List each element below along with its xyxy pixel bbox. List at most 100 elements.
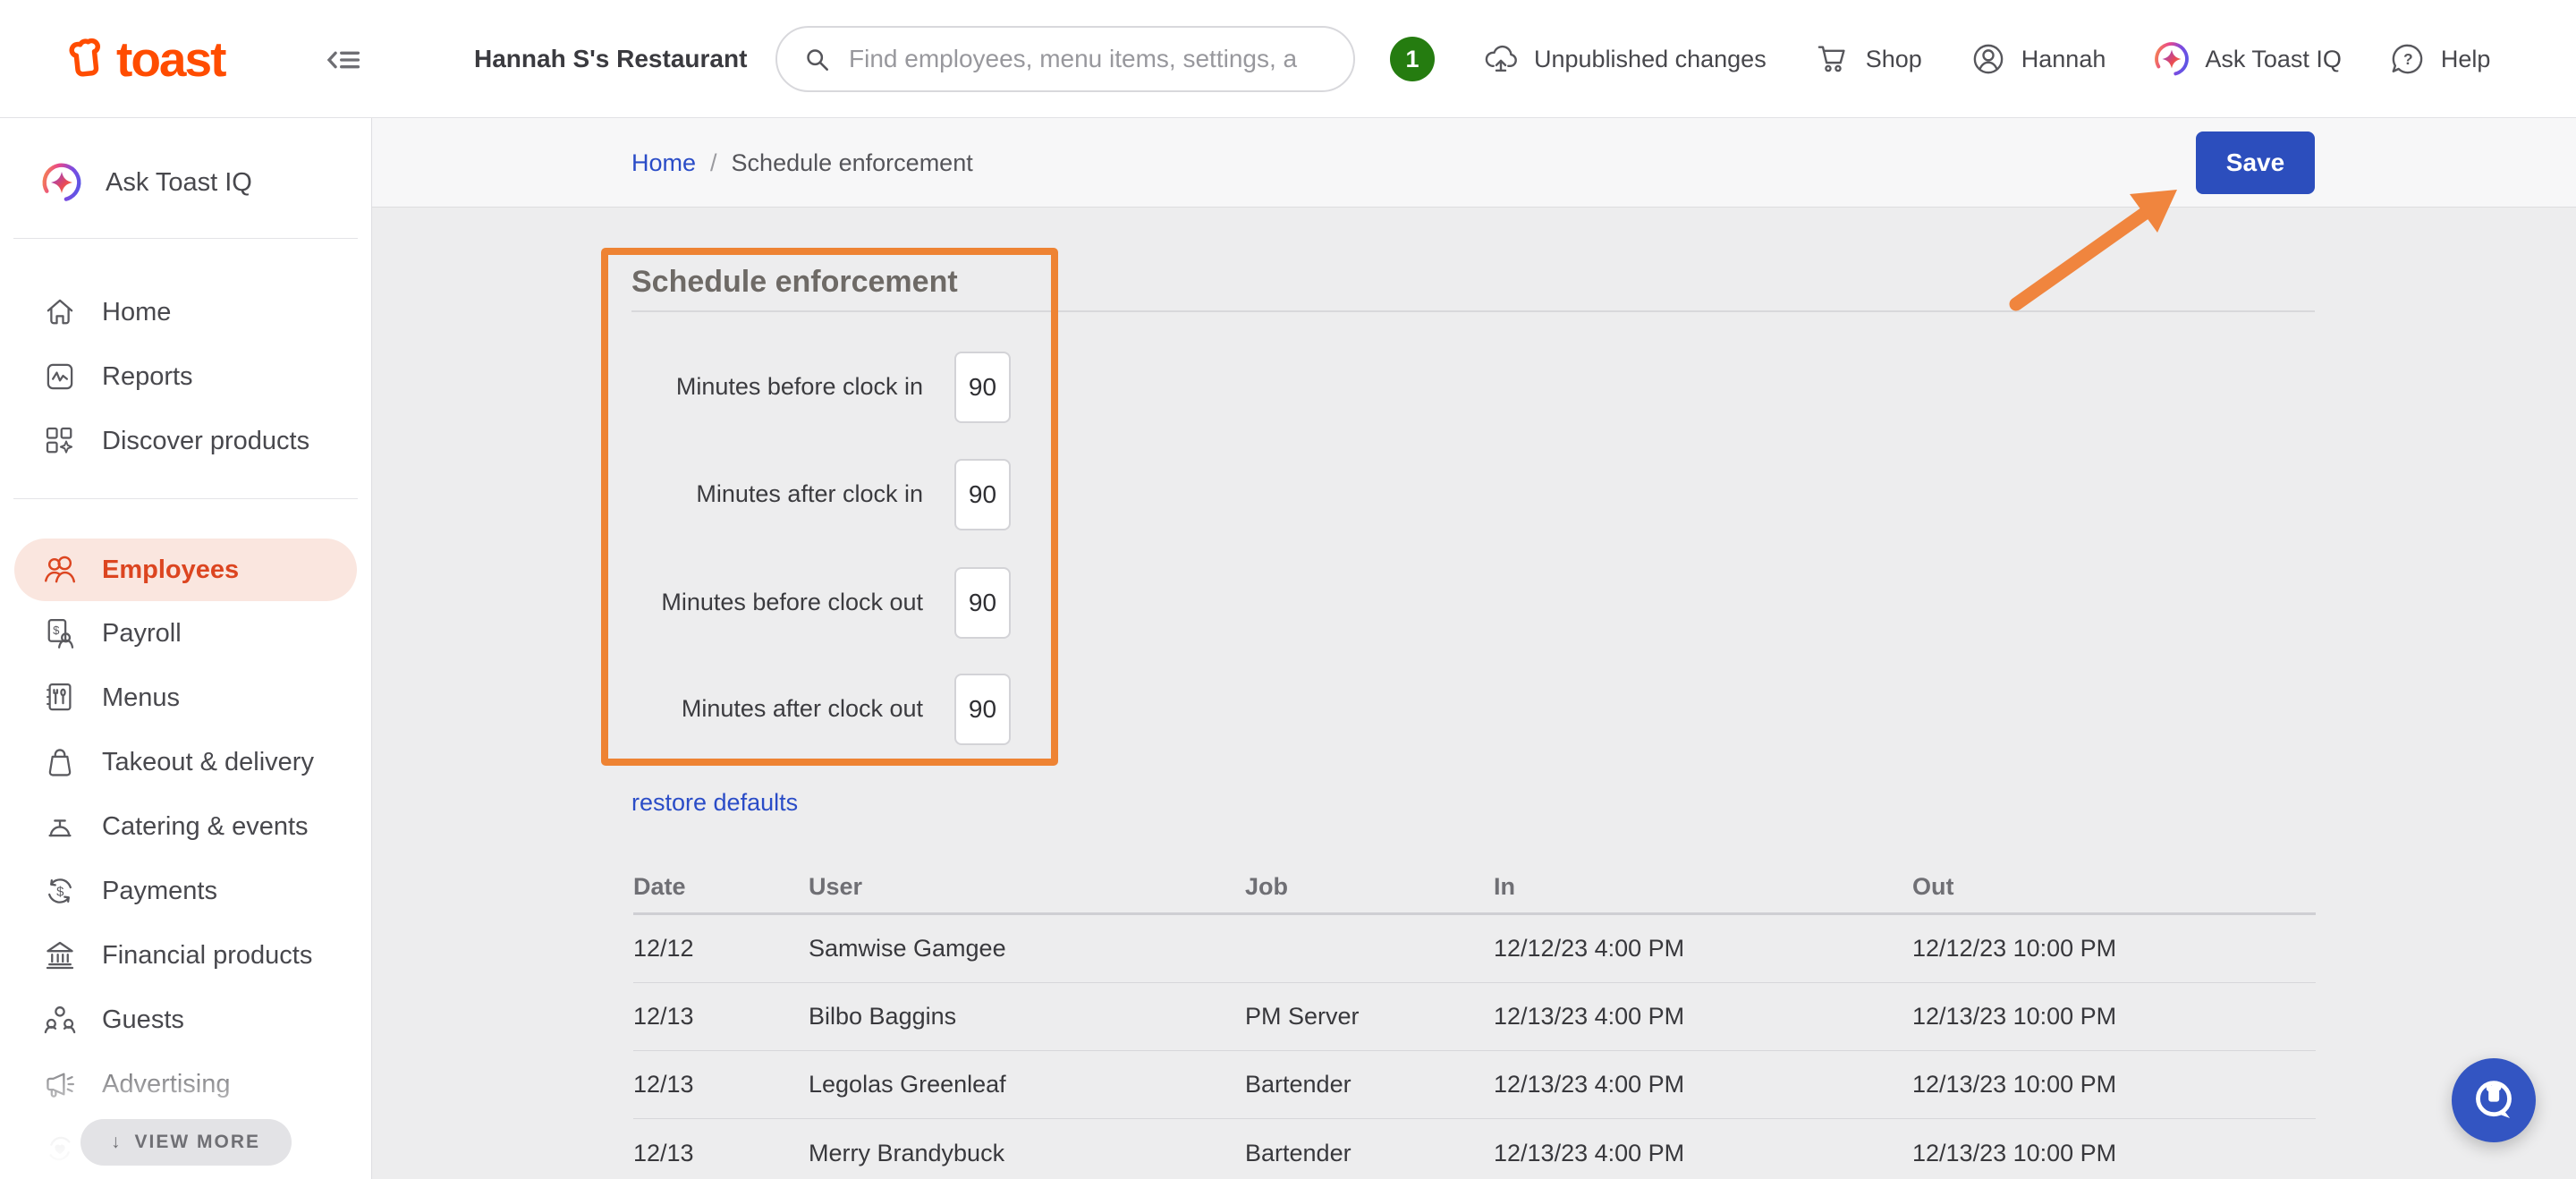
sidebar-collapse-icon[interactable] — [324, 39, 365, 81]
cell-job: Bartender — [1245, 1140, 1494, 1167]
cell-out: 12/13/23 10:00 PM — [1912, 1003, 2316, 1031]
toast-chat-bubble-icon — [2468, 1074, 2520, 1126]
unpublished-changes-button[interactable]: Unpublished changes — [1481, 39, 1767, 79]
breadcrumb-separator: / — [710, 149, 717, 177]
home-icon — [41, 293, 79, 331]
sidebar-item-label: Menus — [102, 683, 180, 713]
sidebar-item-advertising[interactable]: Advertising — [0, 1052, 371, 1116]
discover-products-icon — [41, 422, 79, 460]
sidebar-item-reports[interactable]: Reports — [0, 344, 371, 409]
minutes-after-clock-out-input[interactable] — [954, 674, 1011, 745]
title-divider — [631, 310, 2315, 312]
top-header: toast Hannah S's Restaurant 1 — [0, 0, 2576, 118]
sidebar-item-home[interactable]: Home — [0, 280, 371, 344]
menus-icon — [41, 679, 79, 717]
minutes-before-clock-in-input[interactable] — [954, 352, 1011, 423]
table-row: 12/13 Bilbo Baggins PM Server 12/13/23 4… — [633, 983, 2316, 1051]
sidebar-item-payroll[interactable]: $ Payroll — [0, 601, 371, 666]
sidebar-item-payments[interactable]: $ Payments — [0, 859, 371, 923]
sidebar-item-label: Takeout & delivery — [102, 748, 314, 777]
toast-iq-icon — [2152, 39, 2191, 79]
sidebar-item-label: Financial products — [102, 941, 312, 971]
search-input[interactable] — [847, 44, 1332, 74]
header-right-nav: 1 Unpublished changes Shop — [1390, 0, 2490, 118]
sidebar-item-label: Catering & events — [102, 812, 309, 842]
sidebar-item-financial-products[interactable]: Financial products — [0, 923, 371, 988]
megaphone-icon — [41, 1065, 79, 1103]
main-content: Schedule enforcement Minutes before cloc… — [372, 208, 2576, 1179]
employees-icon — [41, 551, 79, 589]
help-button[interactable]: ? Help — [2388, 39, 2491, 79]
cell-date: 12/13 — [633, 1003, 809, 1031]
sidebar-item-label: Payments — [102, 877, 217, 906]
table-row: 12/13 Merry Brandybuck Bartender 12/13/2… — [633, 1119, 2316, 1179]
global-search[interactable] — [775, 26, 1355, 92]
toast-admin-app: toast Hannah S's Restaurant 1 — [0, 0, 2576, 1179]
cart-icon — [1813, 39, 1852, 79]
field-label: Minutes before clock in — [631, 373, 923, 401]
payroll-icon: $ — [41, 615, 79, 652]
sidebar-divider — [13, 238, 358, 239]
cell-in: 12/13/23 4:00 PM — [1494, 1003, 1912, 1031]
minutes-before-clock-out-input[interactable] — [954, 567, 1011, 639]
shop-button[interactable]: Shop — [1813, 39, 1922, 79]
minutes-before-clock-out-row: Minutes before clock out — [631, 567, 1025, 639]
sidebar-item-label: Reports — [102, 362, 193, 392]
col-header-date: Date — [633, 873, 809, 901]
sidebar-item-catering-events[interactable]: Catering & events — [0, 794, 371, 859]
help-label: Help — [2441, 46, 2491, 73]
save-button[interactable]: Save — [2196, 131, 2315, 194]
cell-in: 12/13/23 4:00 PM — [1494, 1140, 1912, 1167]
reports-icon — [41, 358, 79, 395]
support-chat-button[interactable] — [2452, 1058, 2536, 1142]
sidebar-item-label: Discover products — [102, 427, 309, 456]
unpublished-changes-label: Unpublished changes — [1534, 46, 1767, 73]
bank-icon — [41, 937, 79, 974]
cell-out: 12/13/23 10:00 PM — [1912, 1140, 2316, 1167]
cell-in: 12/13/23 4:00 PM — [1494, 1071, 1912, 1098]
col-header-in: In — [1494, 873, 1912, 901]
cell-in: 12/12/23 4:00 PM — [1494, 935, 1912, 963]
sidebar-item-employees[interactable]: Employees — [14, 539, 357, 601]
down-arrow-icon: ↓ — [111, 1132, 123, 1153]
restaurant-name: Hannah S's Restaurant — [474, 0, 747, 118]
cell-user: Samwise Gamgee — [809, 935, 1245, 963]
toast-logo[interactable]: toast — [66, 0, 225, 118]
field-label: Minutes before clock out — [631, 589, 923, 616]
cell-user: Legolas Greenleaf — [809, 1071, 1245, 1098]
sidebar-item-ask-toast-iq[interactable]: Ask Toast IQ — [0, 118, 371, 216]
cell-date: 12/12 — [633, 935, 809, 963]
view-more-button[interactable]: ↓ VIEW MORE — [80, 1119, 292, 1166]
sidebar-divider — [13, 498, 358, 499]
page-toolbar: Home / Schedule enforcement Save — [372, 118, 2576, 208]
restore-defaults-link[interactable]: restore defaults — [631, 789, 798, 817]
table-row: 12/12 Samwise Gamgee 12/12/23 4:00 PM 12… — [633, 915, 2316, 983]
breadcrumb-home-link[interactable]: Home — [631, 149, 696, 177]
account-label: Hannah — [2021, 46, 2106, 73]
sidebar-item-takeout-delivery[interactable]: Takeout & delivery — [0, 730, 371, 794]
payments-icon: $ — [41, 872, 79, 910]
page-title: Schedule enforcement — [631, 265, 958, 300]
cell-out: 12/13/23 10:00 PM — [1912, 1071, 2316, 1098]
cell-user: Bilbo Baggins — [809, 1003, 1245, 1031]
ask-toast-iq-label: Ask Toast IQ — [2205, 46, 2342, 73]
toast-wordmark: toast — [116, 35, 225, 84]
toast-bread-icon — [66, 36, 113, 82]
account-menu-button[interactable]: Hannah — [1969, 39, 2106, 79]
minutes-after-clock-in-input[interactable] — [954, 459, 1011, 530]
sidebar-item-discover-products[interactable]: Discover products — [0, 409, 371, 473]
guests-icon — [41, 1001, 79, 1039]
sidebar-item-guests[interactable]: Guests — [0, 988, 371, 1052]
sidebar-item-menus[interactable]: Menus — [0, 666, 371, 730]
breadcrumb-current: Schedule enforcement — [732, 149, 973, 177]
cell-date: 12/13 — [633, 1140, 809, 1167]
sidebar-item-label: Guests — [102, 1005, 184, 1035]
marketing-icon — [41, 1130, 79, 1167]
cell-job: Bartender — [1245, 1071, 1494, 1098]
field-label: Minutes after clock out — [631, 695, 923, 723]
minutes-before-clock-in-row: Minutes before clock in — [631, 352, 1025, 423]
ask-toast-iq-header-button[interactable]: Ask Toast IQ — [2152, 39, 2342, 79]
shop-label: Shop — [1866, 46, 1922, 73]
sidebar-item-label: Employees — [102, 556, 239, 585]
cell-out: 12/12/23 10:00 PM — [1912, 935, 2316, 963]
